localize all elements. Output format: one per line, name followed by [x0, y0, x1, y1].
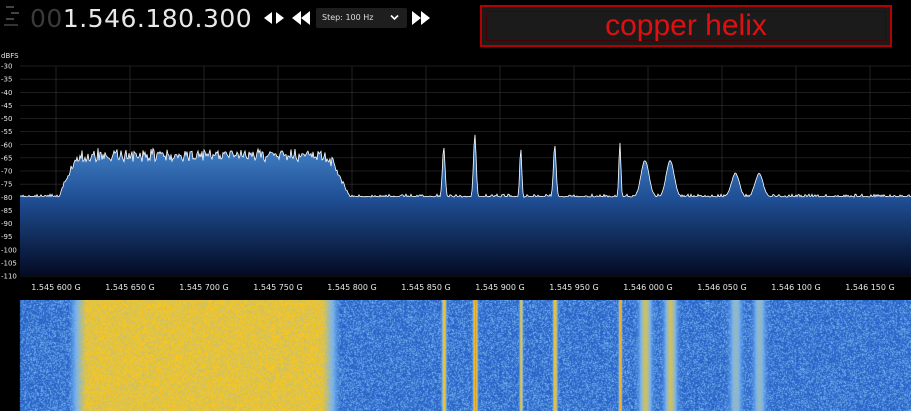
spectrum-display[interactable]: dBFS -30 -35 -40 -45 -50 -55 -60 -65 -70 -75 -80 -8… [0, 52, 911, 300]
label-box: copper helix [480, 5, 892, 47]
y-tick-label: -85 [1, 207, 12, 215]
waterfall-display[interactable] [0, 300, 911, 411]
rewind-icon [292, 11, 310, 25]
tune-left-right-button[interactable] [262, 8, 286, 28]
tune-left-right-icon [264, 12, 284, 24]
toolbar: 001.546.180.300 Step: 100 Hz copper heli… [0, 0, 911, 52]
x-tick-label: 1.545 900 G [475, 283, 524, 292]
y-tick-label: -40 [1, 89, 12, 97]
spectrum-fill [20, 134, 911, 276]
x-tick-label: 1.545 850 G [401, 283, 450, 292]
y-tick-label: -100 [1, 246, 17, 254]
x-tick-label: 1.546 150 G [845, 283, 894, 292]
y-tick-label: -45 [1, 102, 12, 110]
x-tick-label: 1.546 050 G [697, 283, 746, 292]
y-tick-label: -60 [1, 141, 12, 149]
y-tick-label: -55 [1, 128, 12, 136]
x-tick-label: 1.545 750 G [253, 283, 302, 292]
y-tick-label: -65 [1, 154, 12, 162]
y-tick-label: -70 [1, 168, 12, 176]
x-tick-label: 1.545 950 G [549, 283, 598, 292]
x-axis-labels: 1.545 600 G 1.545 650 G 1.545 700 G 1.545 7… [31, 283, 894, 292]
y-tick-label: -110 [1, 273, 17, 281]
menu-icon[interactable] [2, 4, 22, 30]
rewind-button[interactable] [290, 8, 314, 28]
y-axis-labels: -30 -35 -40 -45 -50 -55 -60 -65 -70 -75 -80 -85 -90 -… [1, 63, 17, 281]
frequency-digits[interactable]: 1.546.180.300 [63, 4, 252, 33]
frequency-leading-digits[interactable]: 00 [30, 4, 63, 33]
chevron-down-icon [390, 14, 399, 21]
x-tick-label: 1.545 700 G [179, 283, 228, 292]
label-text: copper helix [605, 9, 767, 42]
fast-forward-icon [412, 11, 430, 25]
x-tick-label: 1.545 800 G [327, 283, 376, 292]
frequency-display[interactable]: 001.546.180.300 [30, 2, 252, 36]
y-tick-label: -80 [1, 194, 12, 202]
x-tick-label: 1.545 600 G [31, 283, 80, 292]
y-tick-label: -30 [1, 63, 12, 71]
y-tick-label: -90 [1, 220, 12, 228]
y-tick-label: -75 [1, 181, 12, 189]
dbfs-unit-label: dBFS [1, 52, 19, 60]
y-tick-label: -95 [1, 233, 12, 241]
step-label: Step: 100 Hz [322, 13, 374, 22]
x-tick-label: 1.546 100 G [771, 283, 820, 292]
x-tick-label: 1.545 650 G [105, 283, 154, 292]
step-select[interactable]: Step: 100 Hz [316, 8, 407, 28]
y-tick-label: -35 [1, 76, 12, 84]
y-tick-label: -105 [1, 259, 17, 267]
x-tick-label: 1.546 000 G [623, 283, 672, 292]
y-tick-label: -50 [1, 115, 12, 123]
fast-forward-button[interactable] [408, 8, 432, 28]
